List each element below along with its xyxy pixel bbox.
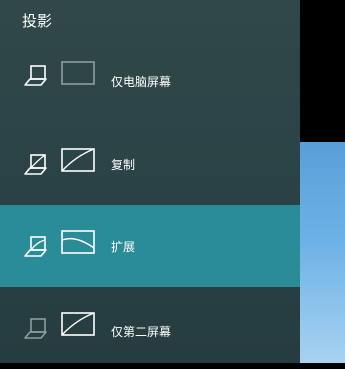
extend-icon xyxy=(24,230,95,257)
second-screen-only-icon xyxy=(24,312,95,339)
option-label: 扩展 xyxy=(111,240,136,254)
option-label: 仅电脑屏幕 xyxy=(111,75,172,89)
panel-title: 投影 xyxy=(22,12,53,30)
duplicate-icon xyxy=(24,148,95,175)
option-second-screen-only[interactable]: 仅第二屏幕 xyxy=(0,287,300,369)
desktop-black-area xyxy=(300,0,345,142)
option-duplicate[interactable]: 复制 xyxy=(0,123,300,205)
pc-screen-only-icon xyxy=(24,61,95,86)
option-label: 复制 xyxy=(111,158,136,172)
option-extend[interactable]: 扩展 xyxy=(0,205,300,287)
desktop-wallpaper-right xyxy=(300,142,345,363)
option-pc-screen-only[interactable]: 仅电脑屏幕 xyxy=(0,36,300,118)
project-panel: 投影 仅电脑屏幕 复制 扩展 仅第二屏幕 xyxy=(0,0,300,363)
option-label: 仅第二屏幕 xyxy=(111,325,172,339)
